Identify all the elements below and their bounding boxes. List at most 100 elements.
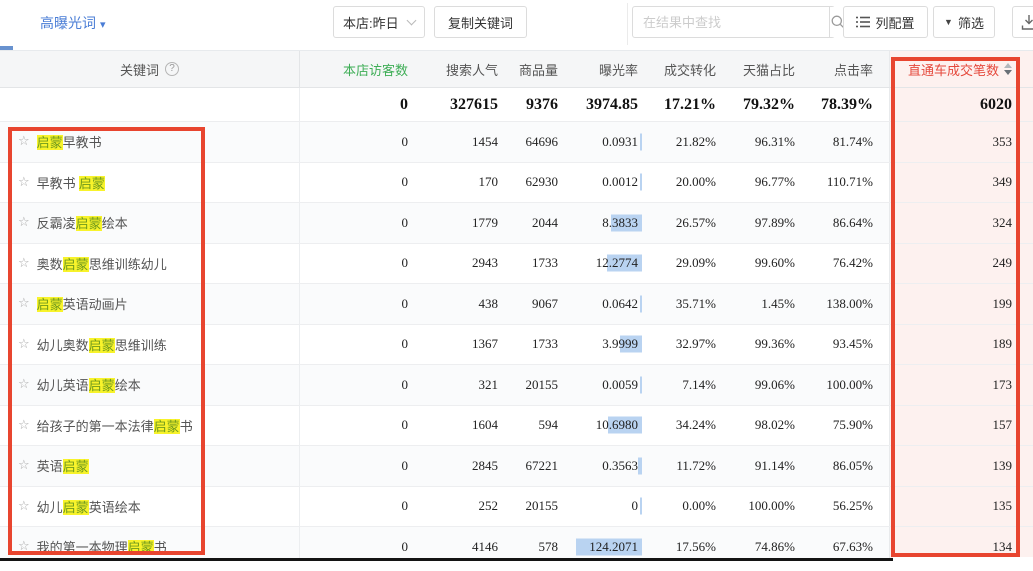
product-count-cell: 594 [500, 406, 560, 446]
search-input[interactable] [633, 7, 829, 37]
exposure-rate-cell: 0 [560, 487, 640, 527]
column-header-product-count: 商品量 [500, 51, 560, 87]
product-count-cell: 2044 [500, 203, 560, 243]
search-popularity-cell: 1604 [412, 406, 500, 446]
ctr-cell: 110.71% [797, 163, 890, 203]
exposure-rate-cell: 8.3833 [560, 203, 640, 243]
list-icon [856, 16, 870, 28]
ctr-cell: 100.00% [797, 365, 890, 405]
visitors-cell: 0 [300, 446, 412, 486]
search-popularity-cell: 170 [412, 163, 500, 203]
tmall-share-cell: 91.14% [718, 446, 797, 486]
tmall-share-cell: 99.60% [718, 244, 797, 284]
product-count-cell: 20155 [500, 487, 560, 527]
conversion-cell: 26.57% [640, 203, 718, 243]
search-popularity-cell: 252 [412, 487, 500, 527]
product-count-cell: 67221 [500, 446, 560, 486]
exposure-rate-cell: 3.9999 [560, 325, 640, 365]
view-switch-dropdown[interactable]: 高曝光词▾ [40, 13, 106, 33]
visitors-cell: 0 [300, 325, 412, 365]
totals-row: 0 327615 9376 3974.85 17.21% 79.32% 78.3… [0, 88, 1033, 122]
exposure-rate-cell: 0.0012 [560, 163, 640, 203]
exposure-data-bar [640, 498, 642, 515]
ctr-cell: 93.45% [797, 325, 890, 365]
product-count-cell: 1733 [500, 244, 560, 284]
product-count-cell: 9067 [500, 284, 560, 324]
scope-select[interactable]: 本店:昨日 [333, 6, 425, 38]
ctr-cell: 86.05% [797, 446, 890, 486]
copy-keywords-button[interactable]: 复制关键词 [434, 6, 527, 38]
search-popularity-cell: 1454 [412, 122, 500, 162]
exposure-data-bar [638, 457, 642, 474]
product-count-cell: 62930 [500, 163, 560, 203]
column-header-visitors: 本店访客数 [300, 51, 412, 87]
column-config-button[interactable]: 列配置 [843, 6, 928, 38]
conversion-cell: 29.09% [640, 244, 718, 284]
conversion-cell: 0.00% [640, 487, 718, 527]
column-header-tmall-share: 天猫占比 [718, 51, 797, 87]
table-header-row: 关键词 ? 本店访客数 搜索人气 商品量 曝光率 成交转化 天猫占比 点击率 直… [0, 50, 1033, 88]
annotation-box-paid-column [891, 57, 1020, 557]
column-header-keyword: 关键词 ? [0, 51, 300, 87]
tmall-share-cell: 96.77% [718, 163, 797, 203]
bottom-mask [0, 561, 1033, 571]
ctr-cell: 81.74% [797, 122, 890, 162]
toolbar-divider [627, 3, 628, 45]
column-header-search-popularity: 搜索人气 [412, 51, 500, 87]
exposure-rate-cell: 12.2774 [560, 244, 640, 284]
search-popularity-cell: 438 [412, 284, 500, 324]
visitors-cell: 0 [300, 406, 412, 446]
conversion-cell: 20.00% [640, 163, 718, 203]
tmall-share-cell: 97.89% [718, 203, 797, 243]
ctr-cell: 76.42% [797, 244, 890, 284]
ctr-cell: 75.90% [797, 406, 890, 446]
download-icon [1021, 14, 1033, 31]
tmall-share-cell: 99.06% [718, 365, 797, 405]
help-icon[interactable]: ? [165, 62, 179, 76]
conversion-cell: 35.71% [640, 284, 718, 324]
ctr-cell: 56.25% [797, 487, 890, 527]
tmall-share-cell: 96.31% [718, 122, 797, 162]
column-header-conversion: 成交转化 [640, 51, 718, 87]
totals-search-popularity: 327615 [412, 88, 500, 121]
search-popularity-cell: 1779 [412, 203, 500, 243]
tmall-share-cell: 100.00% [718, 487, 797, 527]
column-header-ctr: 点击率 [797, 51, 890, 87]
product-count-cell: 64696 [500, 122, 560, 162]
search-popularity-cell: 2845 [412, 446, 500, 486]
exposure-rate-cell: 0.0059 [560, 365, 640, 405]
filter-button[interactable]: ▼ 筛选 [933, 6, 995, 38]
totals-tmall-share: 79.32% [718, 88, 797, 121]
bottom-crop-line [0, 558, 893, 561]
search-popularity-cell: 1367 [412, 325, 500, 365]
visitors-cell: 0 [300, 203, 412, 243]
ctr-cell: 138.00% [797, 284, 890, 324]
visitors-cell: 0 [300, 365, 412, 405]
funnel-icon: ▼ [944, 17, 953, 27]
search-popularity-cell: 2943 [412, 244, 500, 284]
exposure-data-bar [640, 174, 642, 191]
tmall-share-cell: 1.45% [718, 284, 797, 324]
toolbar: 高曝光词▾ 本店:昨日 复制关键词 列配置 ▼ 筛选 [0, 0, 1033, 50]
visitors-cell: 0 [300, 122, 412, 162]
scope-select-value: 本店:昨日 [343, 13, 399, 32]
exposure-data-bar [640, 376, 642, 393]
conversion-cell: 7.14% [640, 365, 718, 405]
visitors-cell: 0 [300, 487, 412, 527]
exposure-data-bar [640, 133, 642, 150]
view-switch-label: 高曝光词 [40, 15, 96, 31]
exposure-data-bar [640, 295, 642, 312]
download-button[interactable] [1012, 6, 1033, 38]
tmall-share-cell: 99.36% [718, 325, 797, 365]
totals-ctr: 78.39% [797, 88, 890, 121]
column-header-exposure-rate: 曝光率 [560, 51, 640, 87]
exposure-rate-cell: 10.6980 [560, 406, 640, 446]
exposure-rate-cell: 0.0642 [560, 284, 640, 324]
conversion-cell: 21.82% [640, 122, 718, 162]
visitors-cell: 0 [300, 284, 412, 324]
ctr-cell: 86.64% [797, 203, 890, 243]
product-count-cell: 20155 [500, 365, 560, 405]
search-popularity-cell: 321 [412, 365, 500, 405]
chevron-down-icon [407, 15, 417, 25]
search-box [632, 6, 835, 38]
